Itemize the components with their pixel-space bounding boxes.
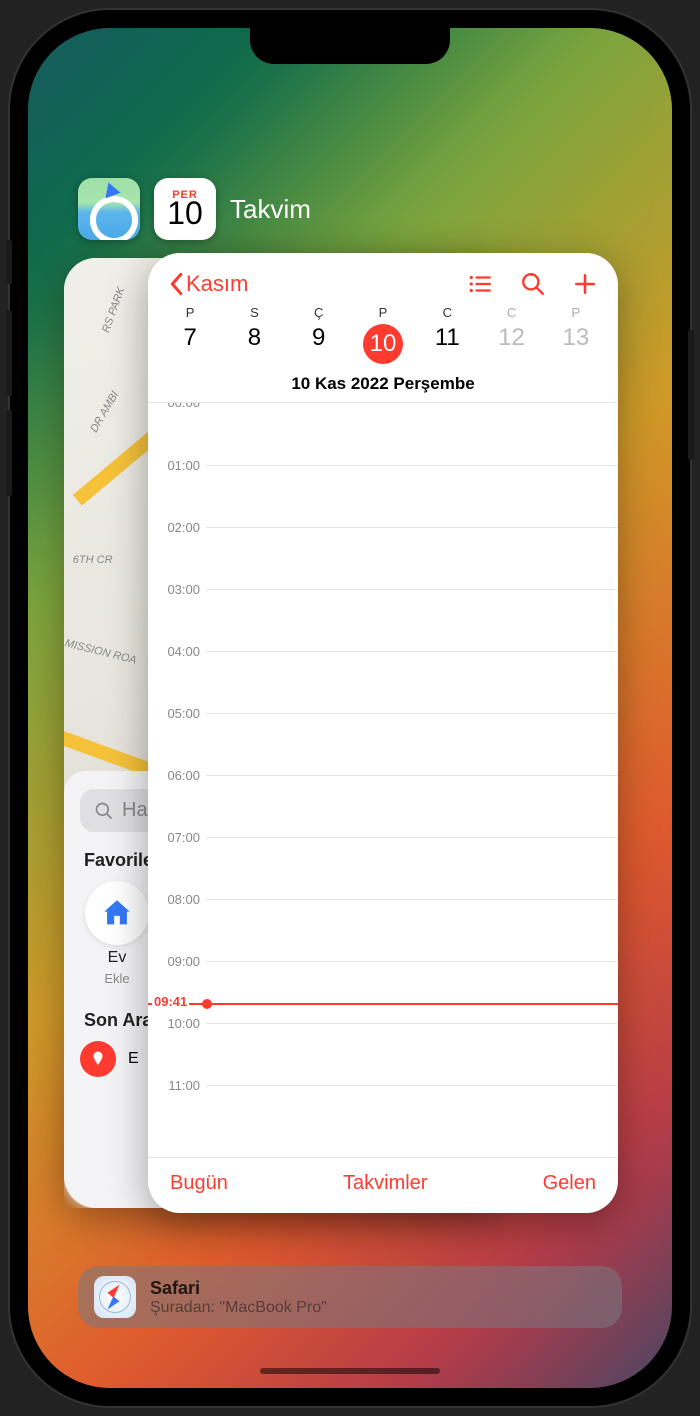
dates-row: 78910111213	[148, 320, 618, 370]
safari-icon	[94, 1276, 136, 1318]
road-label: DR AMBI	[88, 390, 121, 435]
selected-date-label: 10 Kas 2022 Perşembe	[148, 370, 618, 403]
hour-row: 11:00	[206, 1085, 618, 1147]
date-cell[interactable]: 7	[158, 324, 222, 364]
hour-label: 07:00	[156, 830, 200, 845]
date-cell[interactable]: 11	[415, 324, 479, 364]
hour-label: 11:00	[156, 1078, 200, 1093]
road-label: RS PARK	[100, 285, 128, 334]
silent-switch[interactable]	[6, 240, 12, 284]
maps-app-icon[interactable]	[78, 178, 140, 240]
volume-up-button[interactable]	[6, 310, 12, 396]
inbox-button[interactable]: Gelen	[543, 1172, 596, 1195]
hour-label: 02:00	[156, 520, 200, 535]
hour-label: 10:00	[156, 1016, 200, 1031]
hour-label: 04:00	[156, 644, 200, 659]
hour-row: 01:00	[206, 465, 618, 527]
hour-row: 07:00	[206, 837, 618, 899]
search-button[interactable]	[520, 271, 546, 297]
favorite-home-sub: Ekle	[104, 971, 129, 986]
handoff-from-label: Şuradan: "MacBook Pro"	[150, 1299, 327, 1317]
list-icon	[468, 271, 494, 297]
weekday-label: P	[158, 305, 222, 320]
current-time-indicator: 09:41	[148, 1003, 618, 1005]
hour-row: 08:00	[206, 899, 618, 961]
volume-down-button[interactable]	[6, 410, 12, 496]
hour-label: 06:00	[156, 768, 200, 783]
calendar-toolbar: Bugün Takvimler Gelen	[148, 1157, 618, 1213]
hour-row: 02:00	[206, 527, 618, 589]
today-button[interactable]: Bugün	[170, 1172, 228, 1195]
back-button[interactable]: Kasım	[168, 271, 248, 297]
hour-row: 09:00	[206, 961, 618, 1023]
weekday-label: P	[351, 305, 415, 320]
calendar-icon-day: 10	[167, 197, 203, 229]
calendar-nav-bar: Kasım	[148, 253, 618, 303]
search-icon	[520, 271, 546, 297]
search-icon	[94, 801, 114, 821]
hour-row: 10:00	[206, 1023, 618, 1085]
hour-row: 00:00	[206, 403, 618, 465]
chevron-left-icon	[168, 272, 184, 296]
list-view-button[interactable]	[468, 271, 494, 297]
date-cell[interactable]: 8	[222, 324, 286, 364]
hour-row: 06:00	[206, 775, 618, 837]
home-indicator[interactable]	[260, 1368, 440, 1374]
date-cell[interactable]: 12	[479, 324, 543, 364]
calendar-app-icon[interactable]: PER 10	[154, 178, 216, 240]
hour-row: 04:00	[206, 651, 618, 713]
date-cell[interactable]: 10	[351, 324, 415, 364]
date-cell[interactable]: 13	[544, 324, 608, 364]
recent-item-label: E	[128, 1050, 139, 1068]
back-label: Kasım	[186, 271, 248, 297]
favorite-home[interactable]: Ev Ekle	[80, 881, 154, 986]
hour-label: 09:00	[156, 954, 200, 969]
hour-label: 00:00	[156, 403, 200, 410]
road-label: MISSION ROA	[64, 637, 138, 666]
hour-label: 01:00	[156, 458, 200, 473]
calendar-switcher-card[interactable]: Kasım PSÇPCCP 78910111213 10 Kas 2022 Pe…	[148, 253, 618, 1213]
iphone-frame: PER 10 Takvim RS PARK DR AMBI 6TH CR MIS…	[10, 10, 690, 1406]
day-timeline[interactable]: 00:0001:0002:0003:0004:0005:0006:0007:00…	[148, 403, 618, 1157]
date-cell[interactable]: 9	[287, 324, 351, 364]
handoff-app-name: Safari	[150, 1278, 327, 1299]
hour-label: 03:00	[156, 582, 200, 597]
weekday-label: P	[544, 305, 608, 320]
current-time-label: 09:41	[152, 994, 189, 1009]
weekday-header: PSÇPCCP	[148, 303, 618, 320]
calendars-button[interactable]: Takvimler	[343, 1172, 427, 1195]
favorite-home-label: Ev	[108, 949, 127, 967]
hour-row: 03:00	[206, 589, 618, 651]
pin-icon	[80, 1041, 116, 1077]
weekday-label: C	[415, 305, 479, 320]
app-switcher-header: PER 10 Takvim	[78, 178, 311, 240]
power-button[interactable]	[688, 330, 694, 460]
handoff-banner[interactable]: Safari Şuradan: "MacBook Pro"	[78, 1266, 622, 1328]
notch	[250, 28, 450, 64]
road-label: 6TH CR	[73, 554, 113, 566]
add-event-button[interactable]	[572, 271, 598, 297]
hour-label: 05:00	[156, 706, 200, 721]
hour-row: 05:00	[206, 713, 618, 775]
weekday-label: S	[222, 305, 286, 320]
screen: PER 10 Takvim RS PARK DR AMBI 6TH CR MIS…	[28, 28, 672, 1388]
front-app-label: Takvim	[230, 194, 311, 225]
plus-icon	[572, 271, 598, 297]
home-icon	[100, 896, 134, 930]
weekday-label: C	[479, 305, 543, 320]
weekday-label: Ç	[287, 305, 351, 320]
hour-label: 08:00	[156, 892, 200, 907]
